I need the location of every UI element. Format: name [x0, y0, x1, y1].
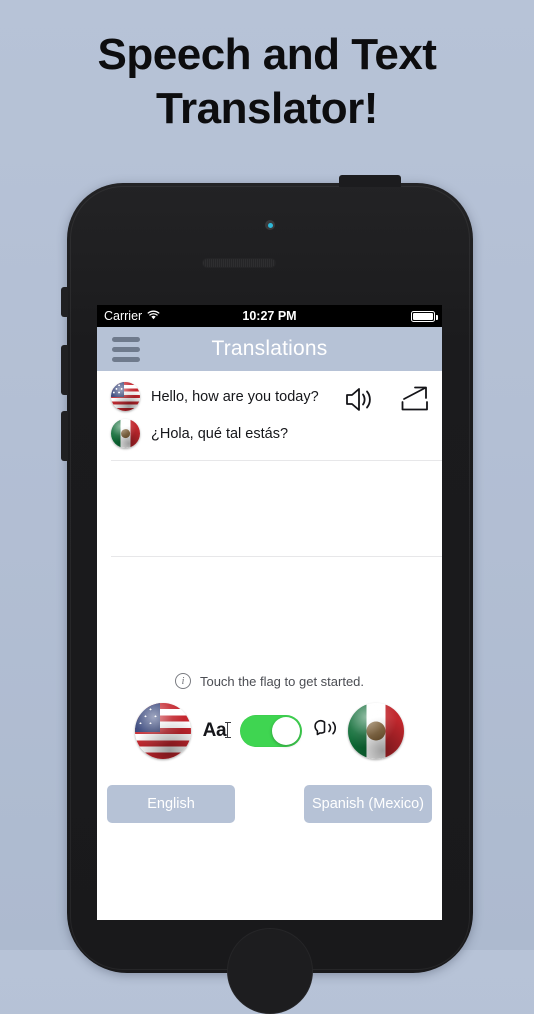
- page-title-line2: Translator!: [156, 83, 378, 133]
- mx-flag-emblem: [120, 428, 131, 439]
- hamburger-menu-icon[interactable]: [112, 336, 140, 362]
- text-cursor-icon: [224, 722, 231, 738]
- page-title-line1: Speech and Text: [97, 30, 437, 79]
- us-flag-canton: [134, 703, 161, 733]
- list-item: ¿Hola, qué tal estás?: [97, 415, 442, 452]
- volume-up-button[interactable]: [61, 345, 68, 395]
- source-flag-button[interactable]: [134, 703, 191, 759]
- speaker-icon[interactable]: [344, 386, 376, 418]
- toggle-knob: [272, 717, 301, 745]
- status-bar-right: [411, 310, 438, 322]
- info-icon: i: [174, 673, 191, 689]
- power-button[interactable]: [339, 175, 401, 187]
- status-bar-time: 10:27 PM: [242, 309, 297, 323]
- translated-text: ¿Hola, qué tal estás?: [151, 425, 289, 442]
- empty-list-slot: [97, 461, 442, 556]
- app-navbar: Translations: [97, 327, 442, 371]
- us-flag-canton: [111, 382, 125, 398]
- conversation-item[interactable]: Hello, how are you today? ¿Hola, qué tal…: [97, 371, 442, 460]
- status-bar: Carrier 10:27 PM: [97, 305, 442, 327]
- front-camera-icon: [265, 220, 275, 230]
- conversation-actions: [344, 385, 430, 418]
- hamburger-bar: [112, 356, 140, 362]
- battery-full-icon: [411, 310, 438, 322]
- source-language-button[interactable]: English: [107, 785, 235, 823]
- page-title: Speech and Text Translator!: [0, 28, 534, 135]
- text-mode-label: Aa: [202, 720, 231, 742]
- flag-mexico: [111, 419, 140, 448]
- home-button[interactable]: [227, 928, 313, 1014]
- hamburger-bar: [112, 336, 140, 342]
- list-divider: [111, 556, 442, 557]
- earpiece-speaker-icon: [202, 258, 276, 268]
- target-language-button[interactable]: Spanish (Mexico): [304, 785, 432, 823]
- flag-united-states: [111, 382, 140, 411]
- phone-device: Carrier 10:27 PM Translations Hello, how…: [61, 175, 473, 1014]
- mute-switch[interactable]: [61, 287, 68, 317]
- mode-controls: Aa: [97, 703, 442, 759]
- mx-flag-emblem: [366, 721, 386, 741]
- hint-banner: i Touch the flag to get started.: [97, 673, 442, 689]
- phone-screen: Carrier 10:27 PM Translations Hello, how…: [97, 305, 442, 920]
- target-flag-button[interactable]: [348, 703, 405, 759]
- speaking-head-icon: [312, 718, 338, 745]
- conversation-list: Hello, how are you today? ¿Hola, qué tal…: [97, 371, 442, 557]
- navbar-title: Translations: [211, 337, 328, 360]
- aa-label: Aa: [202, 720, 227, 741]
- language-selectors: English Spanish (Mexico): [97, 785, 442, 823]
- hint-text: Touch the flag to get started.: [199, 673, 365, 689]
- share-icon[interactable]: [400, 385, 430, 418]
- source-text: Hello, how are you today?: [151, 388, 319, 405]
- speech-text-toggle[interactable]: [240, 715, 303, 747]
- volume-down-button[interactable]: [61, 411, 68, 461]
- hamburger-bar: [112, 346, 140, 352]
